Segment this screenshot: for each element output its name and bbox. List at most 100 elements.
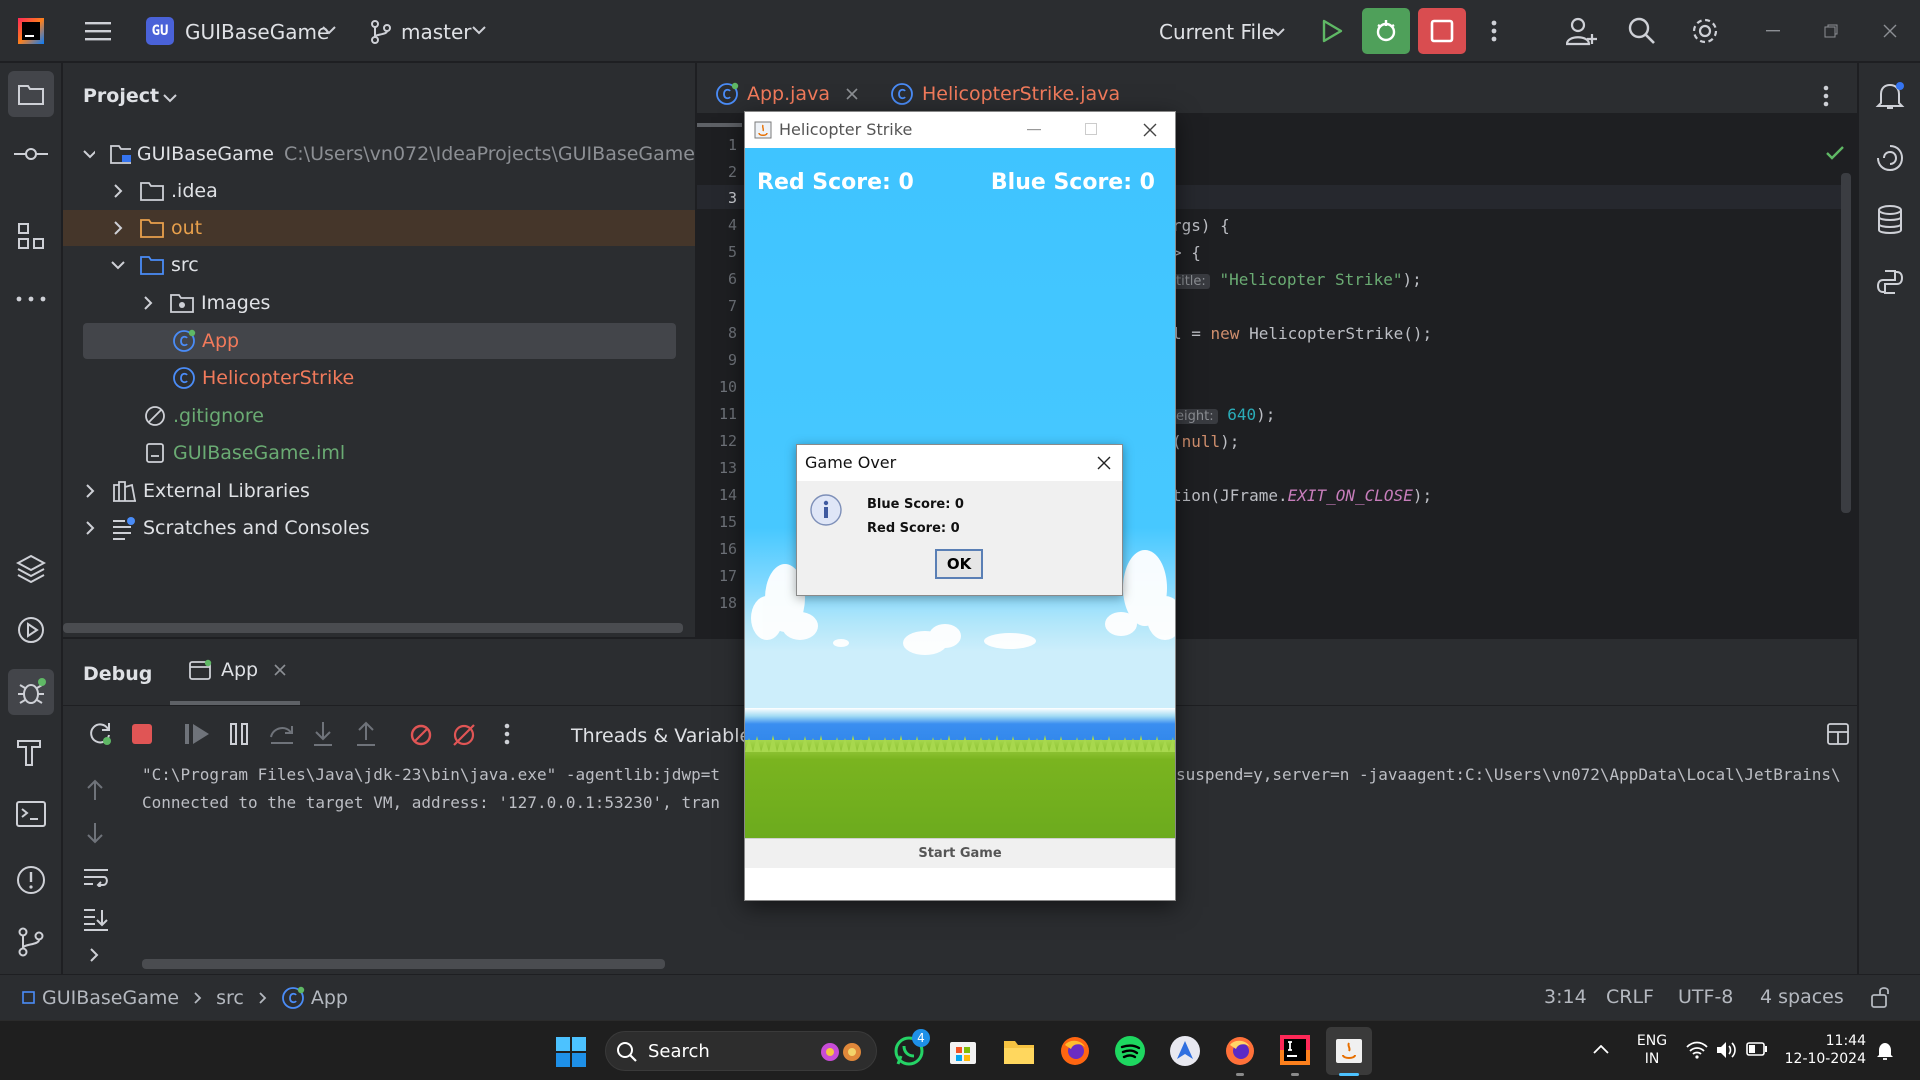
- battery-icon[interactable]: [1746, 1042, 1768, 1056]
- pause-icon[interactable]: [229, 723, 249, 745]
- ok-button[interactable]: OK: [935, 549, 983, 579]
- java-app-taskbar-button[interactable]: [1326, 1027, 1372, 1075]
- main-menu-icon[interactable]: [84, 17, 112, 45]
- tree-item-gitignore[interactable]: .gitignore: [63, 398, 695, 434]
- close-icon[interactable]: [1097, 456, 1111, 470]
- build-tool-icon[interactable]: [16, 737, 44, 767]
- add-user-icon[interactable]: [1566, 17, 1598, 47]
- tree-item-src[interactable]: src: [63, 247, 695, 283]
- intellij-taskbar-icon[interactable]: [1280, 1035, 1310, 1065]
- chevron-down-icon[interactable]: [111, 260, 125, 270]
- intellij-logo-icon[interactable]: [18, 18, 44, 44]
- tree-item-iml[interactable]: GUIBaseGame.iml: [63, 435, 695, 471]
- chevron-right-icon[interactable]: [85, 484, 95, 498]
- game-window-titlebar[interactable]: Helicopter Strike: [745, 112, 1175, 148]
- mute-breakpoints-icon[interactable]: [452, 723, 476, 747]
- tree-item-app[interactable]: App: [83, 323, 676, 359]
- settings-gear-icon[interactable]: [1690, 16, 1720, 46]
- code-line-5[interactable]: > {: [1172, 243, 1201, 262]
- project-name-button[interactable]: GUIBaseGame: [185, 20, 329, 44]
- restore-icon[interactable]: [1824, 24, 1838, 38]
- editor-vertical-scrollbar[interactable]: [1841, 173, 1851, 513]
- git-tool-icon[interactable]: [18, 927, 44, 957]
- project-horizontal-scrollbar[interactable]: [63, 623, 683, 633]
- chevron-right-icon[interactable]: [89, 947, 99, 963]
- project-badge[interactable]: GU: [146, 17, 174, 45]
- tree-item-project-root[interactable]: GUIBaseGame C:\Users\vn072\IdeaProjects\…: [63, 136, 695, 172]
- dialog-titlebar[interactable]: Game Over: [797, 445, 1122, 481]
- language-indicator[interactable]: ENG IN: [1632, 1032, 1672, 1068]
- code-line-11[interactable]: eight: 640);: [1172, 405, 1275, 424]
- ai-assistant-icon[interactable]: [1875, 143, 1905, 173]
- minimize-icon[interactable]: [1766, 30, 1780, 32]
- structure-tool-icon[interactable]: [18, 223, 46, 251]
- close-icon[interactable]: [1143, 123, 1157, 137]
- code-line-6[interactable]: title: "Helicopter Strike");: [1172, 270, 1422, 289]
- debug-rerun-button[interactable]: [1362, 8, 1410, 54]
- show-hidden-icons-chevron-up-icon[interactable]: [1593, 1045, 1609, 1055]
- editor-more-icon[interactable]: [1823, 85, 1829, 107]
- chevron-down-icon[interactable]: [163, 93, 177, 103]
- breadcrumb-item[interactable]: App: [311, 987, 348, 1009]
- debug-tab-app[interactable]: App: [189, 659, 286, 681]
- debug-tool-icon[interactable]: [8, 669, 54, 715]
- stop-icon[interactable]: [131, 723, 153, 745]
- threads-variables-tab[interactable]: Threads & Variables: [571, 725, 761, 747]
- indent-setting[interactable]: 4 spaces: [1760, 986, 1844, 1008]
- chevron-right-icon[interactable]: [143, 296, 153, 310]
- taskbar-search-box[interactable]: Search: [605, 1031, 877, 1071]
- notifications-icon[interactable]: [1875, 81, 1905, 111]
- minimize-icon[interactable]: [1027, 129, 1041, 131]
- more-tools-icon[interactable]: [16, 296, 46, 302]
- database-icon[interactable]: [1877, 205, 1903, 235]
- windows-start-icon[interactable]: [556, 1037, 586, 1067]
- run-button[interactable]: [1318, 17, 1346, 45]
- file-encoding[interactable]: UTF-8: [1678, 986, 1733, 1008]
- breadcrumb-item[interactable]: GUIBaseGame: [42, 987, 179, 1009]
- chevron-right-icon[interactable]: [113, 184, 123, 198]
- chevron-right-icon[interactable]: [113, 221, 123, 235]
- rerun-icon[interactable]: [87, 721, 113, 747]
- breadcrumb-item[interactable]: src: [216, 987, 244, 1009]
- tree-item-images[interactable]: Images: [63, 285, 695, 321]
- wifi-icon[interactable]: [1686, 1041, 1708, 1059]
- more-actions-icon[interactable]: [1486, 17, 1502, 45]
- tree-item-scratches[interactable]: Scratches and Consoles: [63, 510, 695, 546]
- console-horizontal-scrollbar[interactable]: [142, 959, 665, 969]
- readonly-lock-icon[interactable]: [1870, 985, 1892, 1009]
- firefox-developer-icon[interactable]: [1224, 1035, 1256, 1067]
- chevron-down-icon[interactable]: [83, 149, 95, 159]
- chevron-right-icon[interactable]: [85, 521, 95, 535]
- branch-button[interactable]: master: [401, 20, 472, 44]
- notification-bell-icon[interactable]: [1876, 1041, 1894, 1061]
- close-tab-icon[interactable]: [846, 88, 858, 100]
- code-line-12[interactable]: (null);: [1172, 432, 1239, 451]
- editor-tab-app[interactable]: App.java: [715, 77, 858, 111]
- clock[interactable]: 11:44 12-10-2024: [1782, 1032, 1866, 1068]
- problems-tool-icon[interactable]: [16, 865, 46, 895]
- app-shortcut-icon[interactable]: [1169, 1035, 1201, 1067]
- tree-item-helicopterstrike[interactable]: HelicopterStrike: [63, 360, 695, 396]
- view-breakpoints-icon[interactable]: [409, 723, 433, 747]
- code-line-4[interactable]: rgs) {: [1172, 216, 1230, 235]
- terminal-tool-icon[interactable]: [16, 801, 46, 827]
- python-console-icon[interactable]: [1875, 267, 1905, 297]
- close-tab-icon[interactable]: [274, 664, 286, 676]
- run-config-selector[interactable]: Current File: [1159, 20, 1274, 44]
- search-icon[interactable]: [1628, 17, 1656, 45]
- firefox-icon[interactable]: [1059, 1035, 1091, 1067]
- code-line-8[interactable]: l = new HelicopterStrike();: [1172, 324, 1432, 343]
- microsoft-store-icon[interactable]: [948, 1036, 978, 1066]
- volume-icon[interactable]: [1716, 1040, 1738, 1060]
- inspection-ok-icon[interactable]: [1825, 145, 1845, 161]
- tree-item-idea[interactable]: .idea: [63, 173, 695, 209]
- layers-tool-icon[interactable]: [16, 553, 46, 583]
- caret-position[interactable]: 3:14: [1544, 986, 1587, 1008]
- editor-tab-helicopterstrike[interactable]: HelicopterStrike.java: [890, 77, 1120, 111]
- close-icon[interactable]: [1883, 24, 1897, 38]
- soft-wrap-icon[interactable]: [83, 867, 109, 887]
- scroll-to-end-icon[interactable]: [83, 907, 109, 931]
- file-explorer-icon[interactable]: [1003, 1037, 1035, 1065]
- tree-item-out[interactable]: out: [63, 210, 695, 246]
- commit-tool-icon[interactable]: [14, 146, 48, 162]
